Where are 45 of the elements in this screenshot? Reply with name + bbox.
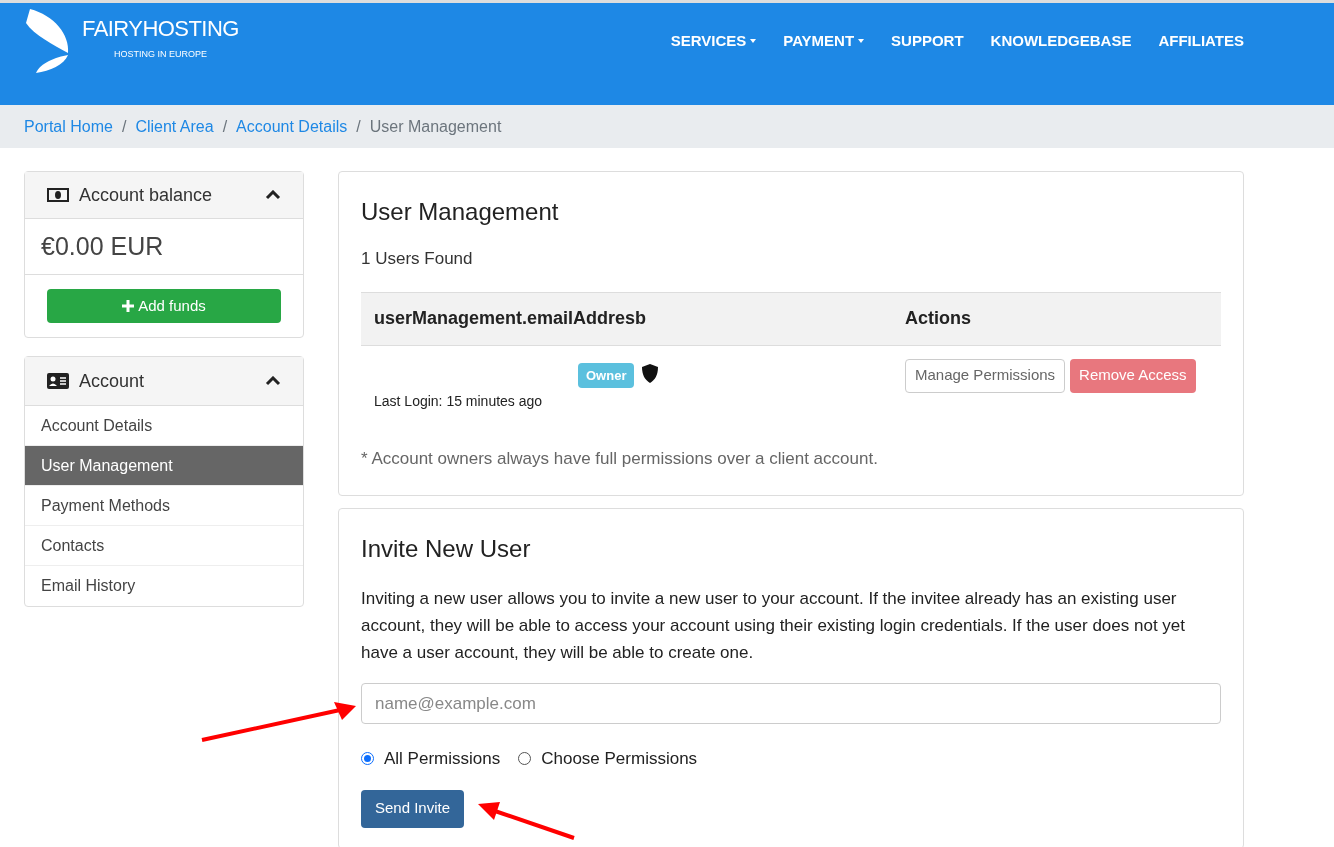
- manage-permissions-button[interactable]: Manage Permissions: [905, 358, 1066, 393]
- breadcrumb-separator: /: [222, 116, 228, 137]
- chevron-up-icon[interactable]: [265, 190, 281, 200]
- plus-icon: [122, 300, 135, 312]
- breadcrumb-separator: /: [121, 116, 127, 137]
- sidebar-item[interactable]: Contacts: [25, 526, 303, 566]
- shield-icon: [642, 363, 658, 383]
- invite-description: Inviting a new user allows you to invite a new user to your account. If the invitee already has an existing user account, they will be able to access your account using their existing login credentials. If the user does not yet have a user account, they will be able to create one.: [361, 588, 1187, 664]
- owners-note: * Account owners always have full permissions over a client account.: [361, 447, 879, 470]
- sidebar-item[interactable]: Payment Methods: [25, 486, 303, 526]
- breadcrumb-separator: /: [356, 116, 361, 137]
- owner-badge: Owner: [578, 362, 635, 388]
- logo-subtitle: HOSTING IN EUROPE: [113, 48, 207, 62]
- nav-link[interactable]: AFFILIATES: [1158, 30, 1244, 53]
- nav-link[interactable]: PAYMENT: [783, 30, 865, 53]
- card-title: User Management: [361, 197, 560, 227]
- remove-access-button[interactable]: Remove Access: [1070, 358, 1196, 393]
- nav-link[interactable]: SERVICES: [670, 30, 757, 53]
- sidebar-item[interactable]: Email History: [25, 566, 303, 606]
- radio-label: Choose Permissions: [541, 748, 698, 770]
- sidebar-item[interactable]: User Management: [25, 446, 303, 486]
- nav-link[interactable]: KNOWLEDGEBASE: [990, 30, 1132, 53]
- logo-title: FAIRYHOSTING: [82, 16, 239, 43]
- nav-link[interactable]: SUPPORT: [891, 30, 964, 53]
- caret-icon: [858, 39, 865, 44]
- balance-amount: €0.00 EUR: [41, 230, 164, 262]
- radio-label: All Permissions: [384, 748, 501, 770]
- users-count: 1 Users Found: [361, 248, 474, 270]
- panel-title: Account: [79, 369, 145, 393]
- email-input-field[interactable]: name@example.com: [361, 683, 1221, 724]
- banknote-icon: [47, 188, 69, 202]
- chevron-up-icon[interactable]: [265, 376, 281, 386]
- id-card-icon: [47, 373, 69, 389]
- column-header: userManagement.emailAddresb: [374, 307, 648, 330]
- add-funds-button[interactable]: Add funds: [47, 289, 281, 323]
- breadcrumb-current: User Management: [369, 116, 502, 137]
- panel-title: Account balance: [79, 183, 213, 207]
- send-invite-button[interactable]: Send Invite: [361, 789, 465, 828]
- card-title: Invite New User: [361, 534, 532, 564]
- last-login-text: Last Login: 15 minutes ago: [374, 391, 543, 411]
- caret-icon: [750, 39, 757, 44]
- breadcrumb-link[interactable]: Client Area: [135, 114, 214, 139]
- breadcrumb-link[interactable]: Portal Home: [24, 114, 113, 139]
- column-header: Actions: [905, 307, 971, 330]
- breadcrumb-link[interactable]: Account Details: [236, 114, 348, 139]
